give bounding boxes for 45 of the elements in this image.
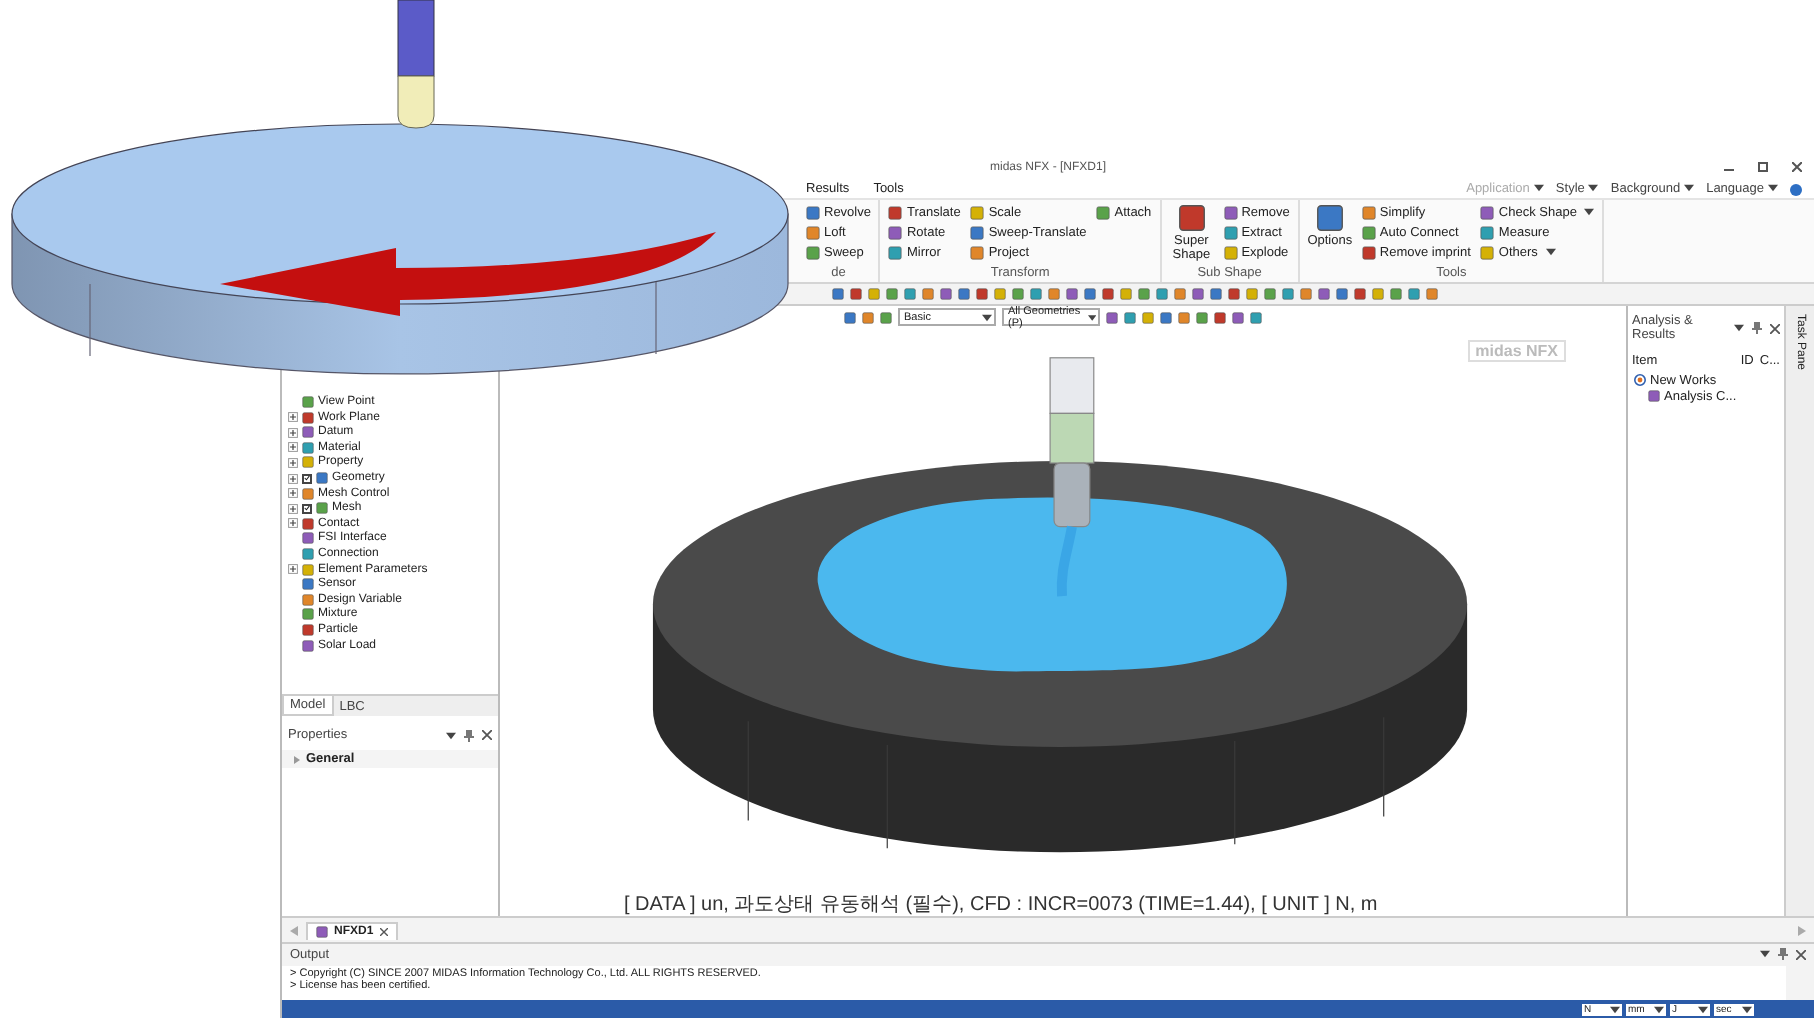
expand-icon[interactable] [288,488,298,499]
checkbox[interactable] [302,473,312,483]
checkbox[interactable] [302,503,312,514]
caret-icon [1545,248,1556,257]
node-icon [1634,374,1646,387]
caret-icon [1533,184,1544,193]
expand-icon[interactable] [288,503,298,514]
pin-icon[interactable] [464,729,474,742]
status-caption: [ DATA ] un, 과도상태 유동해석 (필수), CFD : INCR=0073 (TIME=1.44), [ UNIT ] N, m [624,892,1378,919]
caret-icon [1742,1005,1752,1014]
caret-icon [1584,208,1595,217]
caret-icon [446,731,456,740]
caret-icon [1760,950,1770,959]
caret-icon [1610,1005,1620,1014]
expand-icon[interactable] [294,755,300,764]
close-icon[interactable] [379,927,388,936]
caret-icon [1768,184,1778,193]
close-icon[interactable] [1792,162,1802,172]
expand-icon[interactable] [288,518,298,529]
expand-icon[interactable] [288,442,298,453]
pin-icon[interactable] [1752,322,1762,335]
caret-icon [1684,184,1695,193]
expand-icon[interactable] [288,412,298,423]
caret-icon [982,313,992,322]
tool-icon [1315,204,1344,233]
tool-icon [1096,205,1111,220]
expand-icon[interactable] [288,564,298,575]
caret-icon [1654,1005,1664,1014]
caret-icon [1087,313,1096,322]
expand-icon[interactable] [288,427,298,438]
help-icon[interactable] [1790,183,1802,196]
expand-icon[interactable] [288,457,298,468]
close-icon[interactable] [482,730,492,741]
pin-icon[interactable] [1778,948,1788,961]
logo: midas NFX [1467,340,1566,363]
tool-icon [1177,204,1206,233]
caret-icon [1588,184,1599,193]
maximize-icon[interactable] [1758,162,1768,172]
caret-icon [1734,324,1744,333]
close-icon[interactable] [1770,323,1780,334]
expand-icon[interactable] [288,473,298,483]
tree-icon [1648,390,1660,403]
document-icon [316,925,328,938]
caret-icon [1698,1005,1708,1014]
close-icon[interactable] [1796,949,1806,960]
